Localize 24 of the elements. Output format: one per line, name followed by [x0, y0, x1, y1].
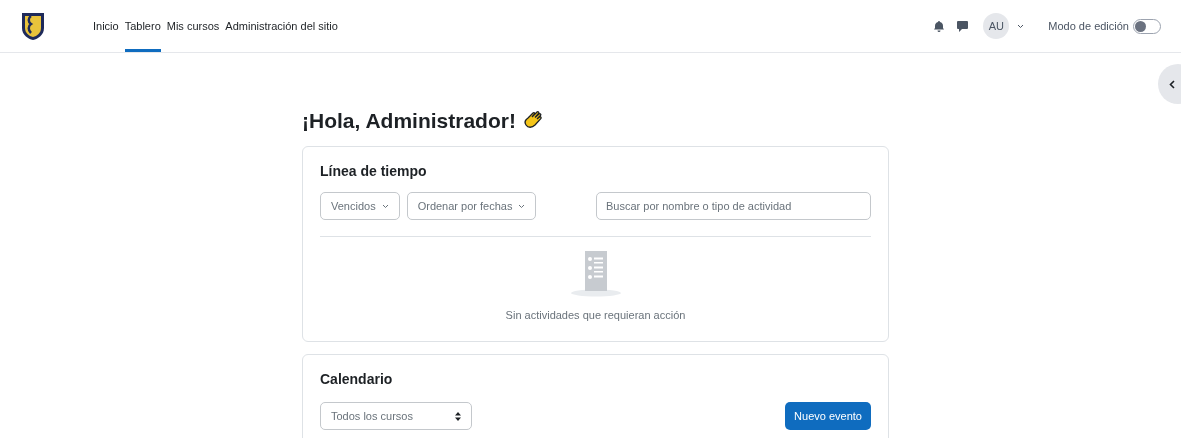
empty-message: Sin actividades que requieran acción [505, 308, 686, 323]
nav-link[interactable]: Inicio [93, 0, 119, 52]
greeting-heading: ¡Hola, Administrador! [302, 108, 516, 135]
notification-bell-icon[interactable] [934, 20, 945, 32]
chevron-left-icon [1169, 79, 1175, 89]
shield-logo-icon[interactable] [20, 11, 46, 41]
filter-dropdown[interactable]: Vencidos [320, 192, 400, 220]
filter-dropdown[interactable]: Ordenar por fechas [406, 192, 537, 220]
search-field[interactable]: Buscar por nombre o tipo de actividad [596, 192, 871, 220]
card-title: Línea de tiempo [320, 162, 428, 181]
sort-arrows-icon [455, 411, 461, 421]
edit-mode-label: Modo de edición [1048, 18, 1129, 34]
card-title: Calendario [320, 370, 394, 389]
empty-list-icon [568, 251, 623, 297]
nav-link[interactable]: Administración del sitio [225, 0, 338, 52]
chevron-down-icon [381, 203, 389, 209]
message-icon[interactable] [957, 20, 969, 32]
chevron-down-icon [518, 203, 526, 209]
user-avatar[interactable]: AU [983, 13, 1010, 39]
course-select[interactable]: Todos los cursos [320, 402, 472, 430]
new-event-button[interactable]: Nuevo evento [785, 402, 871, 430]
chevron-down-icon[interactable] [1017, 23, 1025, 29]
nav-link[interactable]: Tablero [124, 0, 161, 52]
nav-link[interactable]: Mis cursos [166, 0, 220, 52]
